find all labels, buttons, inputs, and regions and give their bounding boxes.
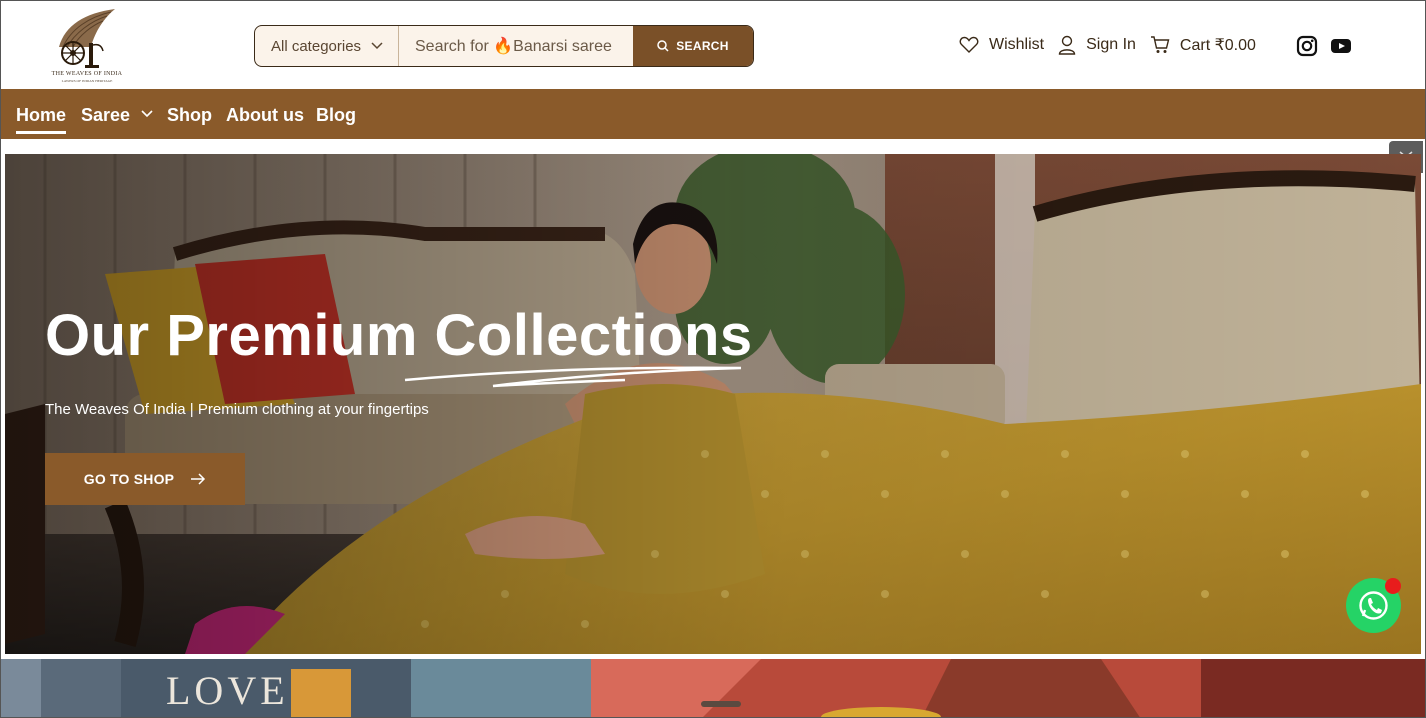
search-input[interactable]: Search for 🔥Banarsi saree: [399, 26, 633, 66]
cart-icon: [1150, 36, 1170, 53]
nav-item-saree-label: Saree: [81, 105, 131, 125]
site-header: THE WEAVES OF INDIA LAWERS OF INDIAN HER…: [1, 1, 1425, 89]
brand-logo[interactable]: THE WEAVES OF INDIA LAWERS OF INDIAN HER…: [45, 7, 129, 85]
search-button-label: SEARCH: [676, 39, 729, 53]
main-nav: Home Saree Shop About us Blog: [1, 89, 1425, 139]
logo-mark: [59, 9, 115, 68]
hero-title: Our Premium Collections: [45, 303, 753, 368]
instagram-icon[interactable]: [1296, 35, 1318, 57]
user-icon: [1058, 35, 1076, 55]
category-select[interactable]: All categories: [255, 26, 399, 66]
search-icon: [657, 40, 669, 52]
notification-badge: [1385, 578, 1401, 594]
sign-in-label: Sign In: [1086, 36, 1136, 53]
heart-icon: [959, 36, 979, 53]
nav-item-blog[interactable]: Blog: [316, 105, 356, 126]
search-button[interactable]: SEARCH: [633, 26, 753, 66]
category-select-label: All categories: [271, 37, 362, 55]
wishlist-label: Wishlist: [989, 36, 1045, 53]
cart-label: Cart ₹0.00: [1179, 37, 1256, 54]
go-to-shop-label: GO TO SHOP: [83, 471, 175, 487]
hero-banner: Our Premium Collections The Weaves Of In…: [5, 154, 1421, 654]
sign-in-link[interactable]: Sign In: [1058, 35, 1136, 55]
next-section-preview: LOVE: [1, 659, 1425, 717]
carousel-indicator[interactable]: [701, 701, 741, 707]
nav-item-home[interactable]: Home: [16, 105, 67, 134]
book-title-text: LOVE: [166, 668, 289, 713]
nav-item-shop[interactable]: Shop: [167, 105, 212, 126]
go-to-shop-button[interactable]: GO TO SHOP: [45, 453, 245, 505]
hero-subtitle: The Weaves Of India | Premium clothing a…: [45, 401, 429, 418]
page: THE WEAVES OF INDIA LAWERS OF INDIAN HER…: [0, 0, 1426, 718]
youtube-icon[interactable]: [1330, 35, 1352, 57]
search-placeholder: Search for 🔥Banarsi saree: [415, 38, 612, 55]
chevron-down-icon: [371, 42, 383, 50]
chevron-down-icon: [141, 110, 153, 118]
wishlist-link[interactable]: Wishlist: [959, 36, 1044, 54]
nav-item-saree[interactable]: Saree: [81, 105, 153, 126]
cart-link[interactable]: Cart ₹0.00: [1150, 35, 1256, 55]
nav-item-about-us[interactable]: About us: [226, 105, 304, 126]
arrow-right-icon: [191, 473, 206, 485]
logo-text: THE WEAVES OF INDIA: [51, 71, 123, 77]
logo-tagline: LAWERS OF INDIAN HERITAGE: [61, 79, 113, 83]
header-links: Wishlist Sign In Cart ₹0.00: [959, 31, 1256, 59]
search-bar: All categories Search for 🔥Banarsi saree…: [254, 25, 754, 67]
